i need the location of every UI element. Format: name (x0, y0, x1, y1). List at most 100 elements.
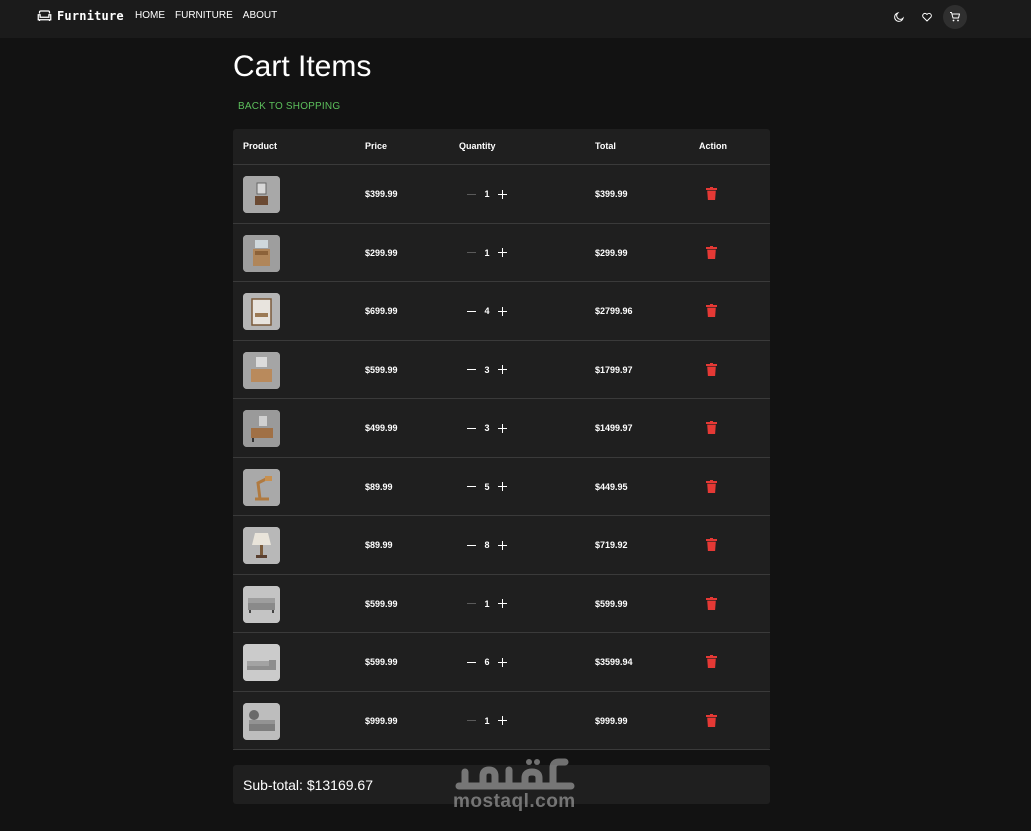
cart-button[interactable] (943, 5, 967, 29)
decrease-quantity-button[interactable] (466, 423, 477, 434)
product-thumbnail (243, 176, 280, 213)
total-cell: $399.99 (595, 189, 628, 199)
product-thumbnail (243, 585, 280, 623)
decrease-quantity-button[interactable] (466, 306, 477, 317)
heart-icon (922, 12, 932, 22)
product-image[interactable] (243, 293, 280, 330)
delete-item-button[interactable] (706, 304, 717, 317)
brand[interactable]: Furniture (37, 9, 124, 23)
trash-icon (706, 187, 717, 200)
quantity-value: 5 (484, 481, 490, 492)
trash-icon (706, 713, 717, 727)
moon-icon (894, 11, 905, 22)
increase-quantity-button[interactable] (497, 715, 508, 726)
increase-quantity-button[interactable] (497, 364, 508, 375)
trash-icon (706, 655, 717, 668)
subtotal-label: Sub-total: $13169.67 (243, 777, 373, 793)
product-image[interactable] (243, 468, 280, 506)
increase-quantity-button[interactable] (497, 306, 508, 317)
increase-quantity-button[interactable] (497, 657, 508, 668)
product-image[interactable] (243, 176, 280, 213)
trash-icon (706, 479, 717, 493)
increase-quantity-button[interactable] (497, 598, 508, 609)
product-image[interactable] (243, 702, 280, 740)
theme-toggle-button[interactable] (887, 5, 911, 29)
quantity-stepper: 4 (466, 303, 508, 319)
nav-link-about[interactable]: ABOUT (243, 10, 277, 21)
decrease-quantity-button[interactable] (466, 481, 477, 492)
table-row: $699.99 4 $2799.96 (233, 282, 770, 341)
decrease-quantity-button[interactable] (466, 189, 477, 200)
product-image[interactable] (243, 585, 280, 623)
quantity-value: 1 (484, 598, 490, 609)
delete-item-button[interactable] (706, 596, 717, 610)
watermark-arabic-logo (455, 758, 575, 790)
decrease-quantity-button[interactable] (466, 657, 477, 668)
decrease-quantity-button[interactable] (466, 540, 477, 551)
product-thumbnail (243, 527, 280, 564)
wishlist-button[interactable] (915, 5, 939, 29)
total-cell: $1799.97 (595, 364, 633, 375)
product-thumbnail (243, 702, 280, 740)
decrease-quantity-button[interactable] (466, 364, 477, 375)
table-row: $89.99 8 $719.92 (233, 516, 770, 575)
quantity-stepper: 1 (466, 713, 508, 729)
back-to-shopping-link[interactable]: BACK TO SHOPPING (238, 101, 340, 112)
header-action: Action (699, 141, 727, 151)
total-cell: $599.99 (595, 598, 628, 609)
increase-quantity-button[interactable] (497, 423, 508, 434)
cart-table: Product Price Quantity Total Action $399… (233, 129, 770, 750)
quantity-value: 3 (484, 423, 490, 433)
delete-item-button[interactable] (706, 713, 717, 727)
price-cell: $599.99 (365, 657, 398, 667)
quantity-stepper: 1 (466, 245, 508, 261)
trash-icon (706, 421, 717, 434)
increase-quantity-button[interactable] (497, 189, 508, 200)
total-cell: $2799.96 (595, 306, 633, 316)
delete-item-button[interactable] (706, 538, 717, 551)
cart-icon (950, 12, 960, 22)
decrease-quantity-button[interactable] (466, 247, 477, 258)
product-image[interactable] (243, 234, 280, 272)
quantity-value: 3 (484, 364, 490, 375)
delete-item-button[interactable] (706, 187, 717, 200)
decrease-quantity-button[interactable] (466, 715, 477, 726)
nav-link-furniture[interactable]: FURNITURE (175, 10, 233, 21)
delete-item-button[interactable] (706, 655, 717, 668)
delete-item-button[interactable] (706, 479, 717, 493)
watermark-text: mostaql.com (453, 791, 576, 812)
table-row: $499.99 3 $1499.97 (233, 399, 770, 458)
table-row: $599.99 1 $599.99 (233, 575, 770, 633)
price-cell: $599.99 (365, 598, 398, 609)
price-cell: $89.99 (365, 481, 393, 492)
nav-actions (883, 5, 967, 29)
increase-quantity-button[interactable] (497, 481, 508, 492)
delete-item-button[interactable] (706, 362, 717, 376)
quantity-value: 1 (484, 247, 490, 258)
increase-quantity-button[interactable] (497, 247, 508, 258)
product-image[interactable] (243, 410, 280, 447)
total-cell: $1499.97 (595, 423, 633, 433)
trash-icon (706, 245, 717, 259)
product-image[interactable] (243, 351, 280, 389)
quantity-stepper: 8 (466, 537, 508, 553)
price-cell: $599.99 (365, 364, 398, 375)
trash-icon (706, 304, 717, 317)
increase-quantity-button[interactable] (497, 540, 508, 551)
delete-item-button[interactable] (706, 245, 717, 259)
quantity-value: 8 (484, 540, 490, 550)
trash-icon (706, 538, 717, 551)
product-thumbnail (243, 293, 280, 330)
decrease-quantity-button[interactable] (466, 598, 477, 609)
product-image[interactable] (243, 527, 280, 564)
table-header: Product Price Quantity Total Action (233, 129, 770, 165)
total-cell: $299.99 (595, 247, 628, 258)
table-row: $399.99 1 $399.99 (233, 165, 770, 224)
quantity-value: 1 (484, 715, 490, 726)
nav-link-home[interactable]: HOME (135, 10, 165, 21)
product-thumbnail (243, 468, 280, 506)
delete-item-button[interactable] (706, 421, 717, 434)
product-image[interactable] (243, 644, 280, 681)
trash-icon (706, 362, 717, 376)
nav-links: HOME FURNITURE ABOUT (135, 10, 287, 21)
